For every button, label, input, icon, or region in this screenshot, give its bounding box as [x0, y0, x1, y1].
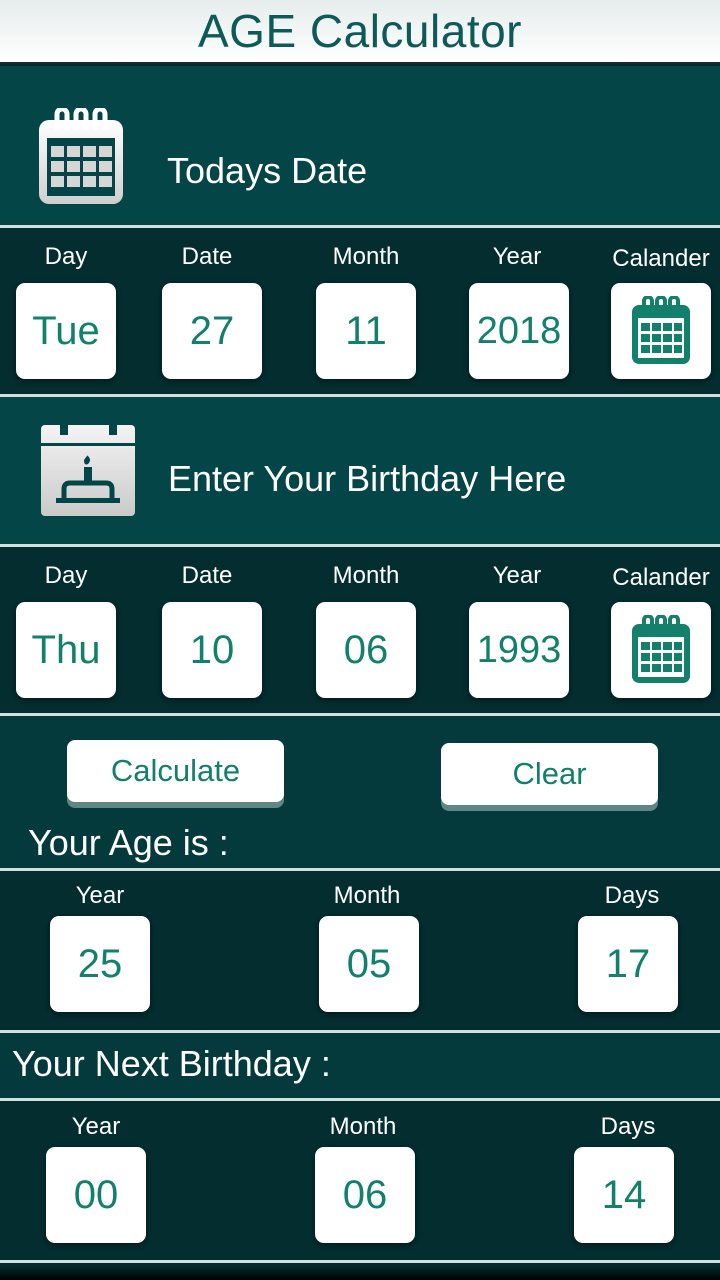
day-label: Day: [44, 243, 88, 270]
age-month-label: Month: [333, 882, 401, 909]
birthday-day-field[interactable]: Thu: [16, 602, 116, 698]
next-birthday-title: Your Next Birthday :: [12, 1043, 331, 1084]
age-year-label: Year: [75, 882, 125, 909]
calendar-label: Calander: [612, 564, 710, 591]
birthday-calendar-button[interactable]: [611, 602, 711, 698]
next-days-label: Days: [600, 1113, 656, 1140]
day-label: Day: [44, 562, 88, 589]
divider: [0, 1260, 720, 1263]
birthday-year-field[interactable]: 1993: [469, 602, 569, 698]
clear-button[interactable]: Clear: [441, 743, 658, 805]
age-days-label: Days: [604, 882, 660, 909]
date-label: Date: [181, 562, 233, 589]
next-days-value: 14: [574, 1147, 674, 1243]
calculate-button[interactable]: Calculate: [67, 740, 284, 802]
calendar-icon: [39, 108, 123, 204]
next-month-label: Month: [329, 1113, 397, 1140]
calendar-icon: [632, 615, 690, 683]
today-date-field[interactable]: 27: [162, 283, 262, 379]
birthday-cake-calendar-icon: [41, 419, 135, 516]
birthday-heading: Enter Your Birthday Here: [168, 458, 567, 499]
todays-date-heading: Todays Date: [167, 150, 368, 191]
next-year-label: Year: [71, 1113, 121, 1140]
age-year-value: 25: [50, 916, 150, 1012]
birthday-date-field[interactable]: 10: [162, 602, 262, 698]
your-age-title: Your Age is :: [28, 822, 229, 863]
today-month-field[interactable]: 11: [316, 283, 416, 379]
today-day-field[interactable]: Tue: [16, 283, 116, 379]
app-title-bar: AGE Calculator: [0, 0, 720, 64]
calendar-icon: [632, 296, 690, 364]
next-year-value: 00: [46, 1147, 146, 1243]
year-label: Year: [492, 243, 542, 270]
bottom-edge: [0, 1266, 720, 1280]
next-month-value: 06: [315, 1147, 415, 1243]
age-month-value: 05: [319, 916, 419, 1012]
birthday-month-field[interactable]: 06: [316, 602, 416, 698]
today-year-field[interactable]: 2018: [469, 283, 569, 379]
year-label: Year: [492, 562, 542, 589]
month-label: Month: [332, 562, 400, 589]
today-calendar-button[interactable]: [611, 283, 711, 379]
month-label: Month: [332, 243, 400, 270]
date-label: Date: [181, 243, 233, 270]
app-title: AGE Calculator: [197, 5, 522, 57]
age-days-value: 17: [578, 916, 678, 1012]
calendar-label: Calander: [612, 245, 710, 272]
